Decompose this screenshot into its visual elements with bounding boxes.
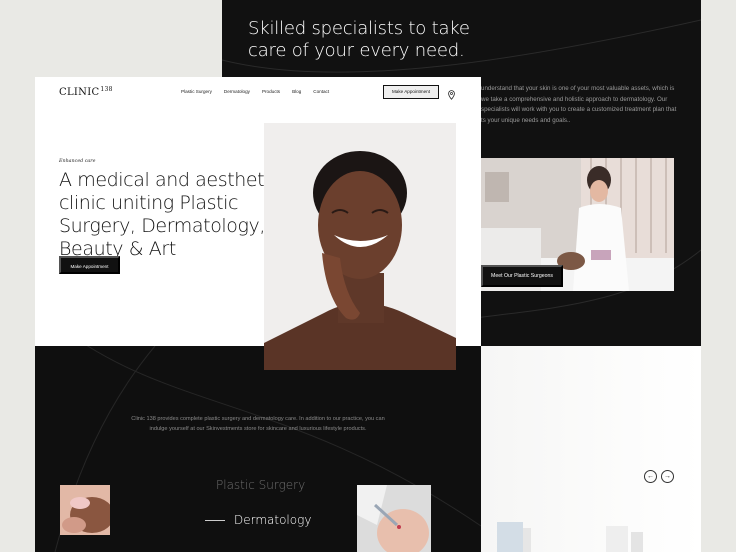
logo-text: CLINIC bbox=[59, 87, 100, 98]
clinic-logo[interactable]: CLINIC138 bbox=[59, 86, 113, 98]
arrow-right-icon[interactable]: → bbox=[661, 470, 674, 483]
main-nav: Plastic Surgery Dermatology Products Blo… bbox=[181, 89, 329, 94]
about-intro: Clinic 138 provides complete plastic sur… bbox=[131, 416, 385, 432]
header-appointment-button[interactable]: Make Appointment bbox=[383, 85, 439, 99]
nav-plastic-surgery[interactable]: Plastic Surgery bbox=[181, 89, 212, 94]
nav-blog[interactable]: Blog bbox=[292, 89, 301, 94]
active-indicator bbox=[205, 520, 225, 521]
logo-number: 138 bbox=[100, 86, 113, 93]
nav-products[interactable]: Products bbox=[262, 89, 280, 94]
hero-eyebrow: Enhanced care bbox=[59, 159, 96, 164]
product-jar[interactable] bbox=[631, 532, 643, 552]
product-box-blue[interactable] bbox=[497, 522, 523, 552]
service-dermatology[interactable]: Dermatology bbox=[234, 513, 311, 527]
hero-portrait bbox=[264, 123, 456, 370]
service-thumbnail-skin[interactable] bbox=[60, 485, 110, 535]
map-pin-icon[interactable] bbox=[448, 87, 455, 105]
nav-contact[interactable]: Contact bbox=[313, 89, 329, 94]
hero-appointment-button[interactable]: Make Appointment bbox=[59, 256, 120, 274]
hero-card: CLINIC138 Plastic Surgery Dermatology Pr… bbox=[35, 77, 481, 370]
about-section: Clinic 138 provides complete plastic sur… bbox=[35, 346, 481, 552]
product-box-white[interactable] bbox=[606, 526, 628, 552]
service-thumbnail-procedure[interactable] bbox=[357, 485, 431, 552]
products-section: ← → bbox=[481, 346, 701, 552]
meet-surgeons-button[interactable]: Meet Our Plastic Surgeons bbox=[481, 265, 563, 287]
specialists-heading: Skilled specialists to take care of your… bbox=[248, 18, 470, 61]
product-bottle[interactable] bbox=[523, 528, 531, 552]
nav-dermatology[interactable]: Dermatology bbox=[224, 89, 250, 94]
arrow-left-icon[interactable]: ← bbox=[644, 470, 657, 483]
specialists-paragraph: understand that your skin is one of your… bbox=[481, 85, 677, 124]
service-plastic-surgery[interactable]: Plastic Surgery bbox=[216, 478, 305, 492]
